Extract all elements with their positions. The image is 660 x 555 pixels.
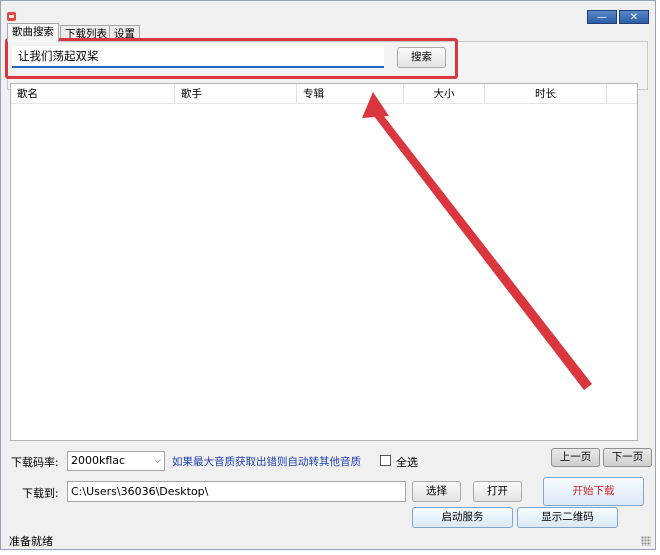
search-input[interactable] <box>12 46 384 68</box>
column-header-size[interactable]: 大小 <box>404 84 485 104</box>
download-path-input[interactable] <box>67 481 406 502</box>
select-all-checkbox[interactable] <box>380 455 391 466</box>
tab-download-list[interactable]: 下载列表 <box>60 25 112 42</box>
status-text: 准备就绪 <box>9 535 53 548</box>
close-button[interactable]: ✕ <box>619 10 649 24</box>
column-header-album[interactable]: 专辑 <box>297 84 404 104</box>
select-all-label[interactable]: 全选 <box>396 454 418 470</box>
start-download-button[interactable]: 开始下载 <box>543 477 644 506</box>
status-bar: 准备就绪 <box>1 529 655 549</box>
bitrate-label: 下载码率: <box>11 456 59 469</box>
resize-grip-icon[interactable] <box>641 536 651 546</box>
tab-song-search[interactable]: 歌曲搜索 <box>7 23 59 42</box>
start-service-button[interactable]: 启动服务 <box>412 507 513 528</box>
tab-settings[interactable]: 设置 <box>109 25 140 42</box>
next-page-button[interactable]: 下一页 <box>603 448 652 467</box>
show-qr-button[interactable]: 显示二维码 <box>517 507 618 528</box>
choose-folder-button[interactable]: 选择 <box>412 481 461 502</box>
column-header-title[interactable]: 歌名 <box>11 84 175 104</box>
app-window: — ✕ 歌曲搜索 下载列表 设置 搜索 歌名 歌手 专辑 大小 时长 下载码率:… <box>0 0 656 550</box>
column-header-duration[interactable]: 时长 <box>485 84 607 104</box>
results-table[interactable]: 歌名 歌手 专辑 大小 时长 <box>10 83 638 441</box>
table-header: 歌名 歌手 专辑 大小 时长 <box>11 84 637 104</box>
bitrate-hint: 如果最大音质获取出错则自动转其他音质 <box>172 456 361 468</box>
bitrate-select[interactable]: 2000kflac ⌵ <box>67 451 165 471</box>
minimize-button[interactable]: — <box>587 10 617 24</box>
bitrate-value: 2000kflac <box>71 454 126 467</box>
column-header-artist[interactable]: 歌手 <box>175 84 297 104</box>
prev-page-button[interactable]: 上一页 <box>551 448 600 467</box>
app-icon <box>7 12 16 21</box>
search-button[interactable]: 搜索 <box>397 47 446 68</box>
chevron-down-icon: ⌵ <box>154 456 161 466</box>
download-path-label: 下载到: <box>22 487 59 500</box>
open-folder-button[interactable]: 打开 <box>473 481 522 502</box>
